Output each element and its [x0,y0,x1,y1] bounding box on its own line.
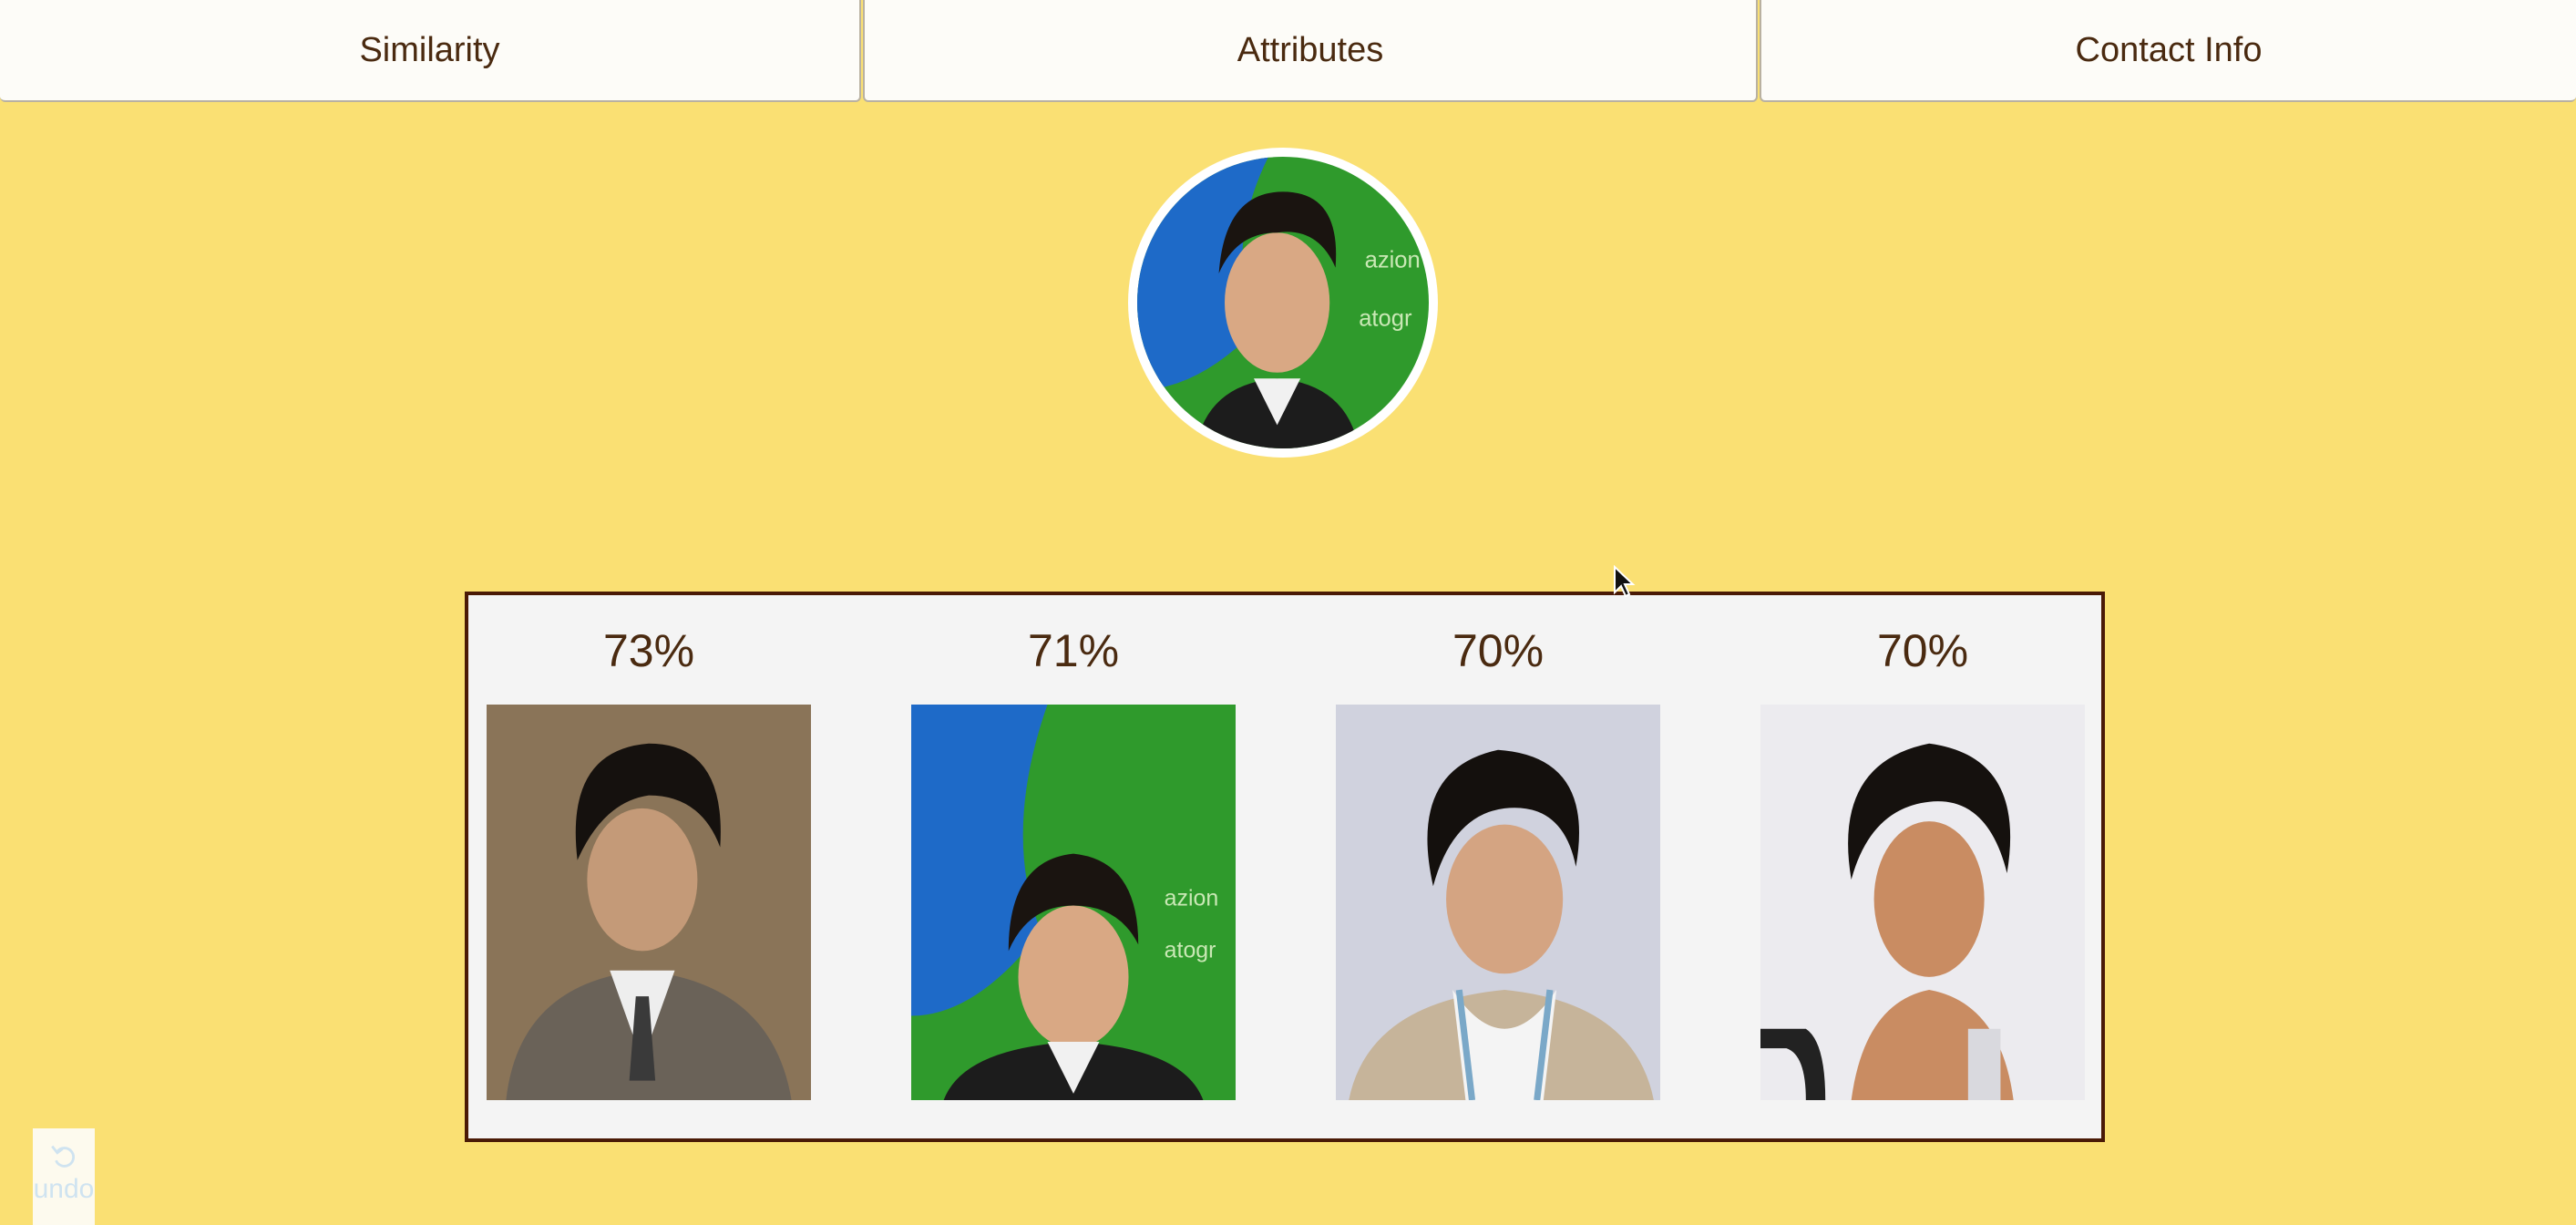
tab-bar: Similarity Attributes Contact Info [0,0,2576,104]
face-photo[interactable] [1760,705,2085,1100]
tab-attributes[interactable]: Attributes [863,0,1758,102]
profile-photo: azion atogr [1137,157,1429,448]
svg-text:atogr: atogr [1165,937,1216,962]
similarity-score: 70% [1452,625,1545,676]
undo-button[interactable]: undo [33,1128,95,1225]
mouse-cursor-icon [1614,565,1636,598]
face-photo[interactable]: azion atogr [911,705,1236,1100]
svg-text:atogr: atogr [1359,306,1412,332]
svg-text:azion: azion [1365,248,1421,273]
profile-avatar: azion atogr [1128,148,1438,458]
tab-similarity[interactable]: Similarity [0,0,861,102]
undo-label: undo [33,1174,95,1204]
similarity-score: 70% [1876,625,1969,676]
similarity-score: 71% [1027,625,1120,676]
undo-icon [51,1145,75,1168]
similarity-results-panel: 73% 71% azion atogr 70% 70% [465,592,2105,1142]
face-photo[interactable] [487,705,811,1100]
similarity-score: 73% [602,625,695,676]
face-photo[interactable] [1336,705,1660,1100]
tab-contact-info[interactable]: Contact Info [1760,0,2576,102]
svg-text:azion: azion [1165,886,1219,911]
